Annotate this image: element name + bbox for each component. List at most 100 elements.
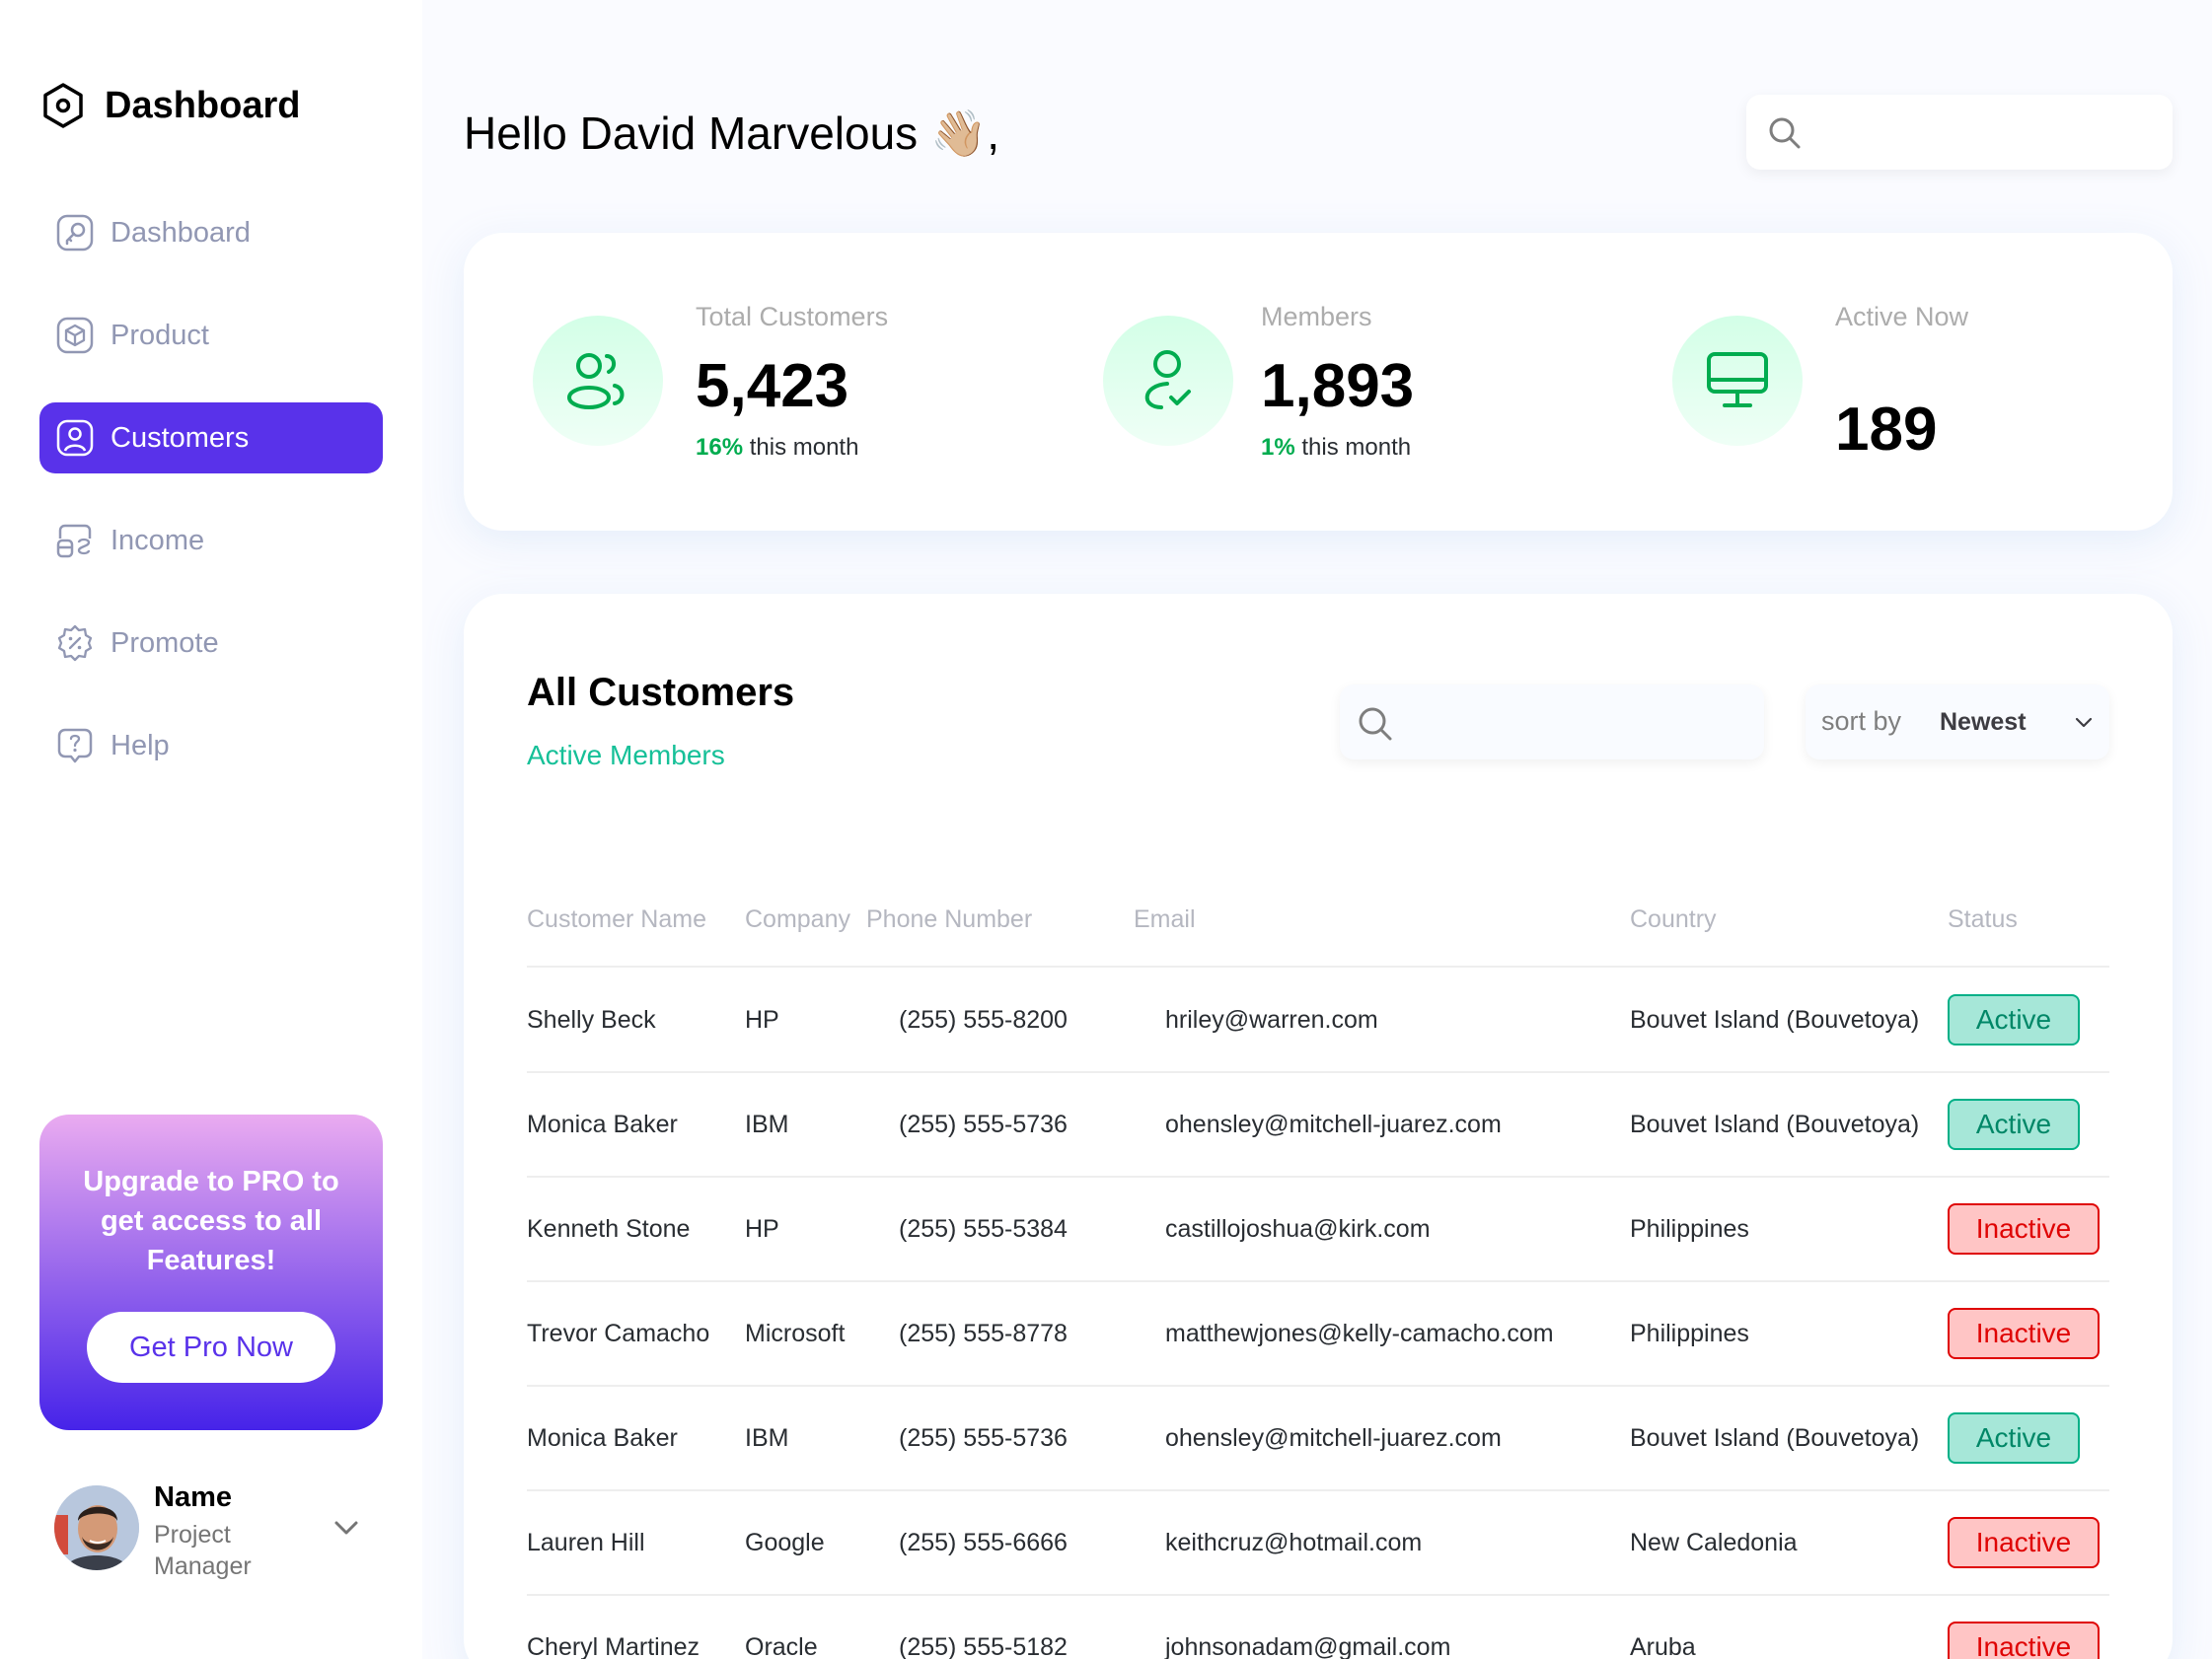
stat-label: Active Now xyxy=(1835,302,1969,331)
chevron-down-icon xyxy=(2075,717,2093,728)
sidebar-item-label: Product xyxy=(111,319,209,351)
column-header-customer-name[interactable]: Customer Name xyxy=(527,905,706,934)
table-row[interactable]: Shelly Beck HP (255) 555-8200 hriley@war… xyxy=(464,967,2173,1071)
users-icon xyxy=(567,353,625,409)
sidebar-item-help[interactable]: Help xyxy=(39,710,383,781)
get-pro-button[interactable]: Get Pro Now xyxy=(87,1312,335,1383)
sidebar-item-label: Promote xyxy=(111,626,219,659)
stats-card: Total Customers 5,423 16% this month Mem… xyxy=(464,233,2173,531)
cell-email: hriley@warren.com xyxy=(1165,1006,1378,1034)
stat-change-pct: 16% xyxy=(696,434,744,461)
stat-label: Total Customers xyxy=(696,302,889,331)
cell-phone: (255) 555-5384 xyxy=(899,1215,1068,1243)
cell-phone: (255) 555-8778 xyxy=(899,1320,1068,1347)
table-row[interactable]: Monica Baker IBM (255) 555-5736 ohensley… xyxy=(464,1385,2173,1489)
cube-icon xyxy=(55,316,95,355)
search-icon xyxy=(1769,117,1801,149)
chevron-down-icon[interactable] xyxy=(330,1511,363,1545)
cell-country: New Caledonia xyxy=(1630,1529,1798,1556)
active-members-link[interactable]: Active Members xyxy=(527,740,725,771)
sort-dropdown[interactable]: sort by Newest xyxy=(1806,685,2109,759)
profile-name: Name xyxy=(154,1481,232,1513)
greeting: Hello David Marvelous 👋🏼, xyxy=(464,108,1000,159)
sidebar-item-income[interactable]: Income xyxy=(39,505,383,576)
cell-country: Philippines xyxy=(1630,1215,1749,1243)
table-row[interactable]: Kenneth Stone HP (255) 555-5384 castillo… xyxy=(464,1176,2173,1280)
status-badge: Inactive xyxy=(1948,1517,2100,1568)
sidebar-item-customers[interactable]: Customers xyxy=(39,402,383,473)
cell-email: ohensley@mitchell-juarez.com xyxy=(1165,1111,1502,1138)
table-row[interactable]: Lauren Hill Google (255) 555-6666 keithc… xyxy=(464,1489,2173,1594)
cell-country: Aruba xyxy=(1630,1633,1696,1659)
cell-phone: (255) 555-8200 xyxy=(899,1006,1068,1034)
key-square-icon xyxy=(55,213,95,252)
sidebar-item-product[interactable]: Product xyxy=(39,300,383,371)
avatar xyxy=(54,1485,139,1570)
sidebar-item-label: Income xyxy=(111,524,205,556)
header-search-input[interactable] xyxy=(1819,108,2145,156)
search-icon xyxy=(1359,707,1392,741)
table-row[interactable]: Cheryl Martinez Oracle (255) 555-5182 jo… xyxy=(464,1594,2173,1659)
cell-country: Bouvet Island (Bouvetoya) xyxy=(1630,1006,1920,1034)
cell-country: Philippines xyxy=(1630,1320,1749,1347)
cell-email: johnsonadam@gmail.com xyxy=(1165,1633,1451,1659)
status-badge: Inactive xyxy=(1948,1622,2100,1659)
cell-email: keithcruz@hotmail.com xyxy=(1165,1529,1423,1556)
stat-total-customers: Total Customers 5,423 16% this month xyxy=(464,233,1016,531)
stat-value: 5,423 xyxy=(696,352,849,420)
cell-name: Kenneth Stone xyxy=(527,1215,691,1243)
header-search[interactable] xyxy=(1746,95,2173,170)
stat-value: 189 xyxy=(1835,396,1938,464)
cell-name: Cheryl Martinez xyxy=(527,1633,700,1659)
stat-change: 16% this month xyxy=(696,434,858,462)
cell-country: Bouvet Island (Bouvetoya) xyxy=(1630,1424,1920,1452)
status-badge: Active xyxy=(1948,994,2080,1046)
column-header-country[interactable]: Country xyxy=(1630,905,1717,934)
table-search-input[interactable] xyxy=(1413,698,1748,746)
sidebar-item-dashboard[interactable]: Dashboard xyxy=(39,197,383,268)
cell-name: Monica Baker xyxy=(527,1424,678,1452)
logo-icon xyxy=(43,83,83,128)
cell-country: Bouvet Island (Bouvetoya) xyxy=(1630,1111,1920,1138)
cell-phone: (255) 555-5736 xyxy=(899,1424,1068,1452)
status-badge: Active xyxy=(1948,1099,2080,1150)
table-title: All Customers xyxy=(527,671,795,714)
brand-title: Dashboard xyxy=(105,84,301,126)
table-search[interactable] xyxy=(1340,685,1764,759)
sidebar: Dashboard Dashboard Product Customers In… xyxy=(0,0,422,1659)
upgrade-promo-card: Upgrade to PRO to get access to all Feat… xyxy=(39,1115,383,1430)
stat-icon-circle xyxy=(1103,316,1233,446)
cell-company: HP xyxy=(745,1215,779,1243)
stat-value: 1,893 xyxy=(1261,352,1415,420)
sort-label: sort by xyxy=(1821,706,1902,736)
sidebar-item-label: Help xyxy=(111,729,170,761)
sidebar-item-promote[interactable]: Promote xyxy=(39,608,383,679)
column-header-status[interactable]: Status xyxy=(1948,905,2018,934)
stat-icon-circle xyxy=(1672,316,1803,446)
profile-role: Project Manager xyxy=(154,1521,252,1580)
column-header-phone[interactable]: Phone Number xyxy=(866,905,1032,934)
wallet-money-icon xyxy=(55,521,95,560)
cell-company: IBM xyxy=(745,1111,789,1138)
brand[interactable]: Dashboard xyxy=(39,81,300,130)
stat-active-now: Active Now 189 xyxy=(1603,233,2156,531)
monitor-icon xyxy=(1707,352,1768,407)
sidebar-item-label: Customers xyxy=(111,421,250,454)
cell-company: IBM xyxy=(745,1424,789,1452)
table-row[interactable]: Trevor Camacho Microsoft (255) 555-8778 … xyxy=(464,1280,2173,1385)
column-header-email[interactable]: Email xyxy=(1134,905,1196,934)
cell-company: Microsoft xyxy=(745,1320,846,1347)
column-header-company[interactable]: Company xyxy=(745,905,850,934)
cell-name: Monica Baker xyxy=(527,1111,678,1138)
user-profile[interactable]: Name Project Manager xyxy=(51,1481,387,1590)
sort-value: Newest xyxy=(1940,708,2027,736)
status-badge: Active xyxy=(1948,1412,2080,1464)
cell-name: Lauren Hill xyxy=(527,1529,645,1556)
status-badge: Inactive xyxy=(1948,1203,2100,1255)
table-row[interactable]: Monica Baker IBM (255) 555-5736 ohensley… xyxy=(464,1071,2173,1176)
promo-text: Upgrade to PRO to get access to all Feat… xyxy=(83,1166,339,1276)
stat-members: Members 1,893 1% this month xyxy=(1034,233,1586,531)
cell-phone: (255) 555-5182 xyxy=(899,1633,1068,1659)
cell-phone: (255) 555-5736 xyxy=(899,1111,1068,1138)
sidebar-nav: Dashboard Product Customers Income Promo… xyxy=(39,197,383,813)
